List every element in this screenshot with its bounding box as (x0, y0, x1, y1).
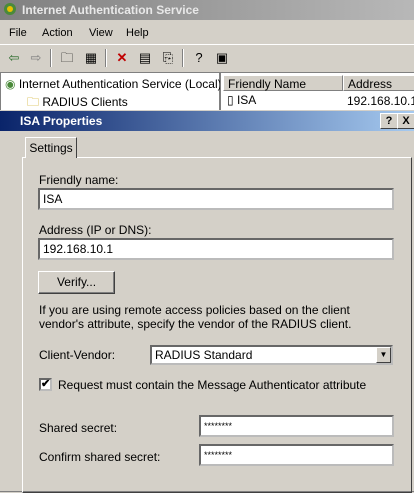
menu-bar: File Action View Help (0, 22, 414, 45)
dialog-title-bar: ISA Properties ? X (0, 111, 414, 131)
confirm-shared-secret-label: Confirm shared secret: (39, 450, 161, 464)
shared-secret-label: Shared secret: (39, 421, 118, 435)
column-header-address[interactable]: Address (343, 75, 414, 91)
menu-help[interactable]: Help (126, 27, 149, 39)
menu-action[interactable]: Action (42, 27, 73, 39)
toolbar-separator (50, 49, 52, 67)
tab-settings[interactable]: Settings (25, 137, 77, 158)
list-item-name: ISA (236, 93, 257, 107)
help-icon[interactable]: ? (189, 48, 209, 68)
menu-file[interactable]: File (9, 27, 27, 39)
export-list-icon[interactable]: ⎘ (158, 48, 178, 68)
message-authenticator-checkbox[interactable]: ✔ (39, 378, 52, 391)
properties-dialog: ISA Properties ? X Settings Friendly nam… (0, 110, 414, 493)
show-hide-tree-icon[interactable]: ▦ (81, 48, 101, 68)
confirm-shared-secret-field[interactable]: ******** (199, 444, 394, 466)
forward-arrow-icon[interactable]: ⇨ (26, 48, 46, 68)
list-item-address: 192.168.10.1 (347, 94, 414, 108)
chevron-down-icon[interactable]: ▼ (376, 347, 391, 363)
ias-app-icon (4, 3, 16, 15)
vendor-note: If you are using remote access policies … (39, 303, 352, 331)
mmc-title: Internet Authentication Service (22, 3, 199, 17)
client-vendor-value: RADIUS Standard (155, 348, 253, 362)
toolbar-separator (105, 49, 107, 67)
list-item[interactable]: ▯ ISA (227, 93, 256, 107)
tree-root-label: Internet Authentication Service (Local) (18, 77, 222, 91)
menu-view[interactable]: View (89, 27, 113, 39)
ias-icon: ◉ (5, 77, 16, 91)
mmc-title-bar: Internet Authentication Service (0, 0, 414, 20)
tree-item-label: RADIUS Clients (42, 95, 128, 109)
shared-secret-field[interactable]: ******** (199, 415, 394, 437)
delete-icon[interactable]: ✕ (112, 48, 132, 68)
properties-icon[interactable]: ▤ (135, 48, 155, 68)
verify-button[interactable]: Verify... (38, 271, 115, 294)
message-authenticator-label: Request must contain the Message Authent… (58, 378, 367, 392)
address-field[interactable]: 192.168.10.1 (38, 238, 394, 260)
friendly-name-label: Friendly name: (39, 173, 119, 187)
toolbar-separator (182, 49, 184, 67)
back-arrow-icon[interactable]: ⇦ (4, 48, 24, 68)
console-icon[interactable]: ▣ (212, 48, 232, 68)
tree-root[interactable]: ◉ Internet Authentication Service (Local… (5, 77, 222, 91)
client-vendor-label: Client-Vendor: (39, 348, 116, 362)
client-vendor-select[interactable]: RADIUS Standard ▼ (150, 345, 393, 365)
dialog-title: ISA Properties (20, 114, 103, 128)
address-label: Address (IP or DNS): (39, 223, 152, 237)
friendly-name-field[interactable]: ISA (38, 188, 394, 210)
folder-icon: 🗀 (27, 95, 40, 109)
help-button[interactable]: ? (380, 113, 398, 129)
toolbar: ⇦ ⇨ 🗀 ▦ ✕ ▤ ⎘ ? ▣ (0, 46, 414, 70)
up-folder-icon[interactable]: 🗀 (57, 48, 77, 68)
close-button[interactable]: X (397, 113, 414, 129)
column-header-friendly-name[interactable]: Friendly Name (223, 75, 343, 91)
client-icon: ▯ (227, 93, 234, 107)
